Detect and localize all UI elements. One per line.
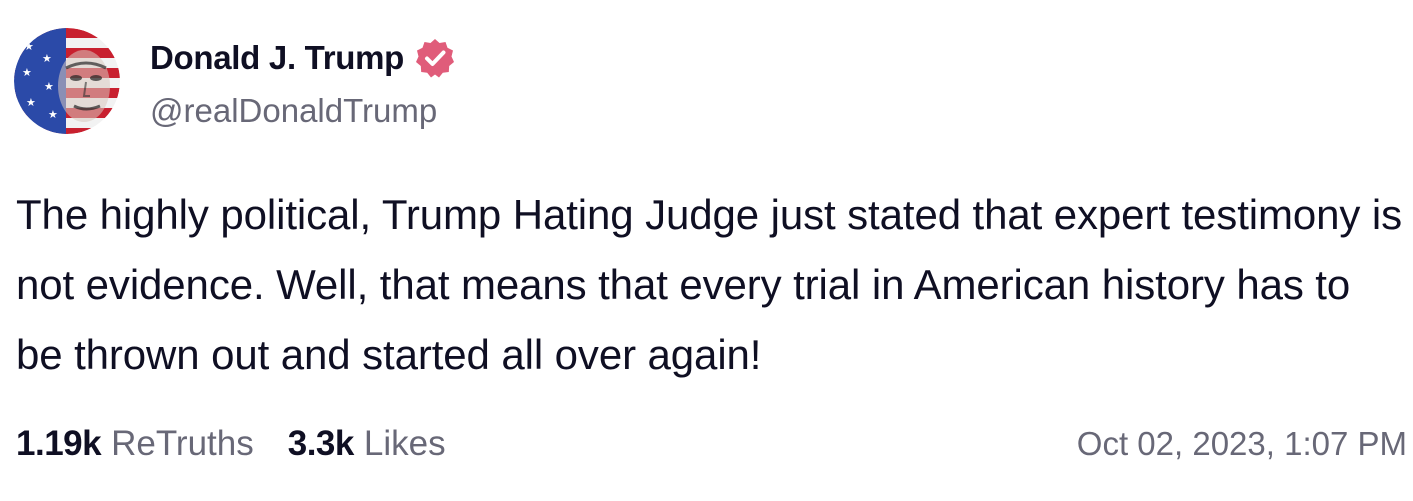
svg-text:★: ★	[24, 40, 34, 53]
verified-badge-icon	[414, 37, 456, 79]
svg-text:★: ★	[48, 108, 58, 121]
svg-text:★: ★	[44, 80, 54, 93]
svg-text:★: ★	[42, 52, 52, 65]
retruths-label[interactable]: ReTruths	[111, 424, 254, 464]
avatar[interactable]: ★ ★ ★ ★ ★ ★	[14, 28, 120, 134]
svg-text:★: ★	[26, 96, 36, 109]
post-timestamp[interactable]: Oct 02, 2023, 1:07 PM	[1077, 420, 1407, 468]
post-stats: 1.19k ReTruths 3.3k Likes	[16, 420, 446, 468]
likes-label[interactable]: Likes	[364, 424, 446, 464]
post-card: ★ ★ ★ ★ ★ ★ Donald J. Trump @realDonaldT…	[0, 0, 1413, 501]
likes-count[interactable]: 3.3k	[288, 424, 355, 464]
author-handle[interactable]: @realDonaldTrump	[150, 92, 437, 130]
post-text: The highly political, Trump Hating Judge…	[16, 191, 1402, 378]
avatar-image: ★ ★ ★ ★ ★ ★	[14, 28, 120, 134]
author-display-name[interactable]: Donald J. Trump	[150, 39, 404, 77]
svg-text:★: ★	[22, 66, 32, 79]
author-name-row: Donald J. Trump	[150, 36, 456, 80]
retruths-count[interactable]: 1.19k	[16, 424, 102, 464]
